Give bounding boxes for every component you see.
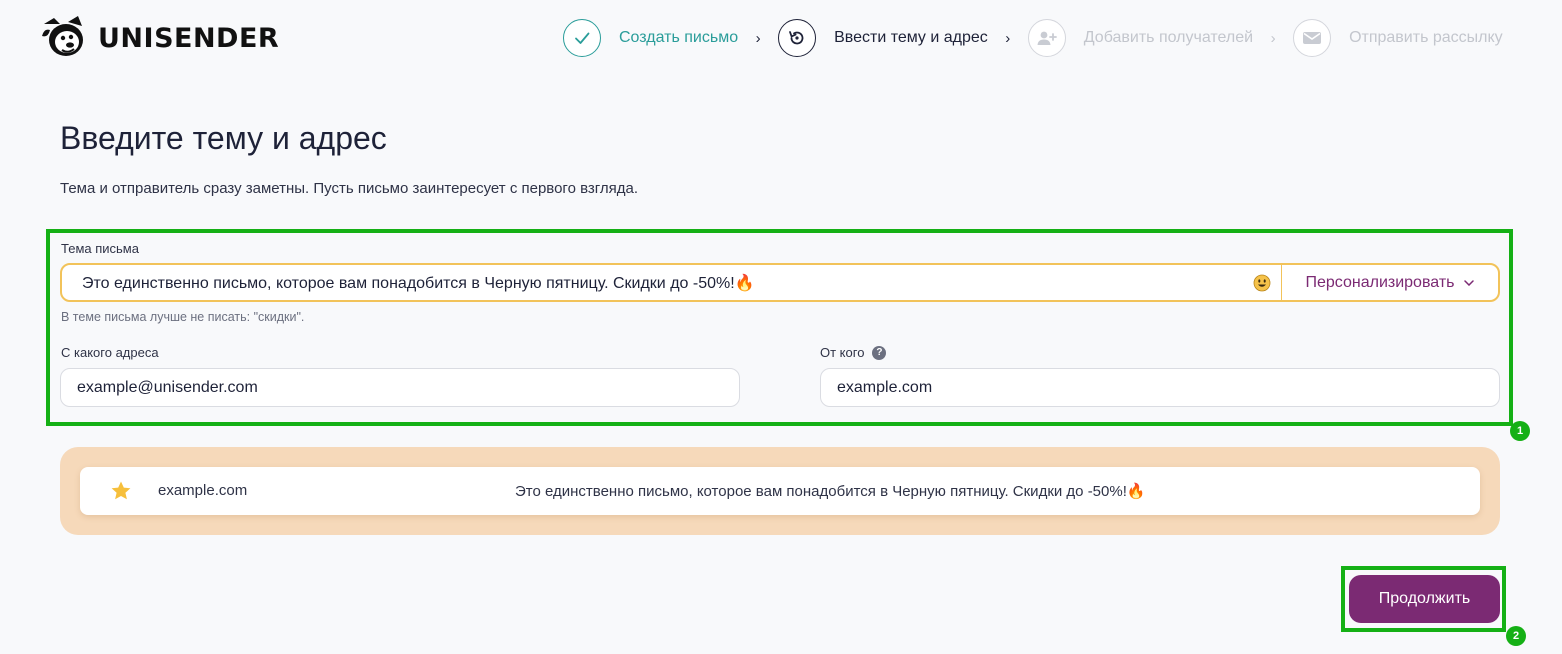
step-subject-address[interactable]: Ввести тему и адрес xyxy=(778,19,988,57)
annotation-marker-1: 1 xyxy=(1510,421,1530,441)
brand-name: UNISENDER xyxy=(98,22,280,54)
chevron-right-icon: › xyxy=(1270,29,1276,47)
subject-label: Тема письма xyxy=(61,241,139,256)
envelope-icon xyxy=(1303,32,1322,44)
smiley-icon xyxy=(1253,274,1271,291)
step-add-recipients[interactable]: Добавить получателей xyxy=(1027,19,1254,57)
emoji-button[interactable] xyxy=(1243,265,1281,300)
step-circle xyxy=(778,19,817,57)
chevron-right-icon: › xyxy=(755,29,761,47)
subject-input[interactable] xyxy=(62,265,1243,300)
from-name-label-row: От кого ? xyxy=(820,345,887,360)
star-icon xyxy=(111,481,131,500)
preview-card: example.com Это единственно письмо, кото… xyxy=(80,467,1480,515)
step-circle xyxy=(563,19,601,57)
step-label: Отправить рассылку xyxy=(1349,29,1503,46)
annotation-marker-2: 2 xyxy=(1506,626,1526,646)
page-title: Введите тему и адрес xyxy=(60,120,387,156)
step-send-campaign[interactable]: Отправить рассылку xyxy=(1293,19,1503,57)
subject-hint: В теме письма лучше не писать: "скидки". xyxy=(61,310,305,324)
chevron-down-icon xyxy=(1464,279,1475,286)
help-icon[interactable]: ? xyxy=(872,345,887,360)
from-email-label: С какого адреса xyxy=(61,345,159,360)
page-subtitle: Тема и отправитель сразу заметны. Пусть … xyxy=(60,180,639,197)
from-name-label: От кого xyxy=(820,345,865,360)
add-user-icon xyxy=(1037,31,1057,45)
step-label: Создать письмо xyxy=(619,29,739,46)
step-label: Ввести тему и адрес xyxy=(834,29,988,46)
refresh-icon xyxy=(789,31,804,45)
personalize-dropdown[interactable]: Персонализировать xyxy=(1282,265,1498,300)
step-circle xyxy=(1293,19,1332,57)
step-label: Добавить получателей xyxy=(1083,29,1254,46)
subject-field: Персонализировать xyxy=(60,263,1500,302)
from-name-input[interactable] xyxy=(820,368,1500,407)
personalize-label: Персонализировать xyxy=(1305,273,1455,291)
dog-logo-icon xyxy=(42,16,83,56)
wizard-steps: Создать письмо › Ввести тему и адрес › Д… xyxy=(563,17,1503,59)
check-icon xyxy=(575,32,590,44)
step-create-letter[interactable]: Создать письмо xyxy=(563,19,738,57)
preview-sender: example.com xyxy=(158,482,248,499)
preview-subject: Это единственно письмо, которое вам пона… xyxy=(515,483,1146,500)
inbox-preview: example.com Это единственно письмо, кото… xyxy=(60,447,1500,535)
continue-button[interactable]: Продолжить xyxy=(1349,575,1500,623)
from-email-input[interactable] xyxy=(60,368,740,407)
chevron-right-icon: › xyxy=(1005,29,1011,47)
logo[interactable]: UNISENDER xyxy=(38,14,279,62)
step-circle xyxy=(1027,19,1066,57)
